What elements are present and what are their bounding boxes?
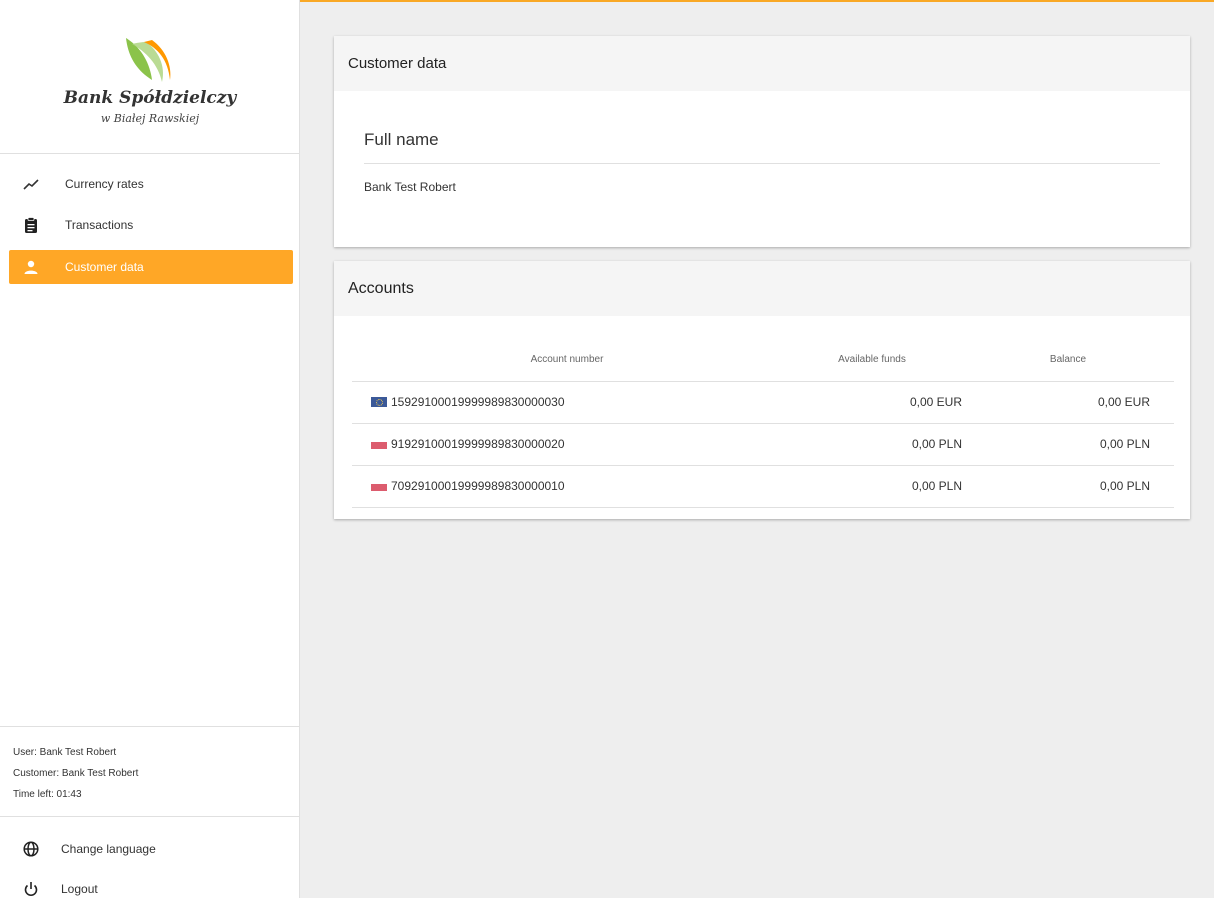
globe-icon [22, 840, 40, 858]
bank-subtitle: w Białej Rawskiej [100, 112, 200, 125]
nav-item-label: Currency rates [65, 177, 144, 191]
column-header-balance: Balance [962, 339, 1174, 382]
available-funds-cell: 0,00 PLN [782, 423, 962, 466]
account-number-cell: 91929100019999989830000020 [352, 423, 782, 466]
available-funds-cell: 0,00 PLN [782, 465, 962, 508]
accounts-card-title: Accounts [334, 261, 1190, 316]
power-icon [22, 880, 40, 898]
sidebar: Bank Spółdzielczy w Białej Rawskiej Curr… [0, 0, 300, 898]
balance-cell: 0,00 PLN [962, 465, 1174, 508]
change-language-button[interactable]: Change language [0, 834, 300, 864]
sidebar-divider [0, 726, 300, 727]
table-row[interactable]: 91929100019999989830000020 0,00 PLN 0,00… [352, 423, 1174, 466]
session-time-left: Time left: 01:43 [13, 789, 82, 800]
account-number-cell: 70929100019999989830000010 [352, 465, 782, 508]
accounts-table: Account number Available funds Balance 1… [352, 339, 1174, 508]
logout-button[interactable]: Logout [0, 874, 300, 898]
person-icon [23, 259, 39, 275]
sidebar-divider [0, 816, 300, 817]
account-number: 91929100019999989830000020 [391, 437, 565, 451]
full-name-divider [364, 163, 1160, 164]
column-header-available-funds: Available funds [782, 339, 962, 382]
available-funds-cell: 0,00 EUR [782, 381, 962, 424]
trending-up-icon [23, 176, 39, 192]
bank-name: Bank Spółdzielczy [63, 88, 237, 108]
balance-cell: 0,00 EUR [962, 381, 1174, 424]
nav-item-transactions[interactable]: Transactions [9, 208, 293, 242]
nav-item-currency-rates[interactable]: Currency rates [9, 167, 293, 201]
leaf-logo-icon [126, 38, 171, 82]
nav-item-customer-data[interactable]: Customer data [9, 250, 293, 284]
table-row[interactable]: 70929100019999989830000010 0,00 PLN 0,00… [352, 465, 1174, 508]
customer-data-card-title: Customer data [334, 36, 1190, 91]
account-number: 70929100019999989830000010 [391, 479, 565, 493]
logout-label: Logout [61, 882, 98, 896]
bank-logo: Bank Spółdzielczy w Białej Rawskiej [0, 2, 300, 154]
table-row[interactable]: 15929100019999989830000030 0,00 EUR 0,00… [352, 381, 1174, 424]
full-name-value: Bank Test Robert [364, 180, 456, 194]
session-user: User: Bank Test Robert [13, 747, 117, 758]
column-header-account-number: Account number [352, 339, 782, 382]
nav-item-label: Transactions [65, 218, 134, 232]
clipboard-icon [23, 217, 39, 233]
session-customer: Customer: Bank Test Robert [13, 768, 139, 779]
full-name-label: Full name [364, 130, 439, 149]
account-number: 15929100019999989830000030 [391, 395, 565, 409]
poland-flag-icon [371, 439, 387, 449]
customer-data-card: Customer data Full name Bank Test Robert [334, 36, 1190, 247]
change-language-label: Change language [61, 842, 156, 856]
poland-flag-icon [371, 481, 387, 491]
accounts-card: Accounts Account number Available funds … [334, 261, 1190, 519]
eu-flag-icon [371, 397, 387, 407]
balance-cell: 0,00 PLN [962, 423, 1174, 466]
account-number-cell: 15929100019999989830000030 [352, 381, 782, 424]
nav-item-label: Customer data [65, 260, 144, 274]
accounts-table-header: Account number Available funds Balance [352, 339, 1174, 382]
